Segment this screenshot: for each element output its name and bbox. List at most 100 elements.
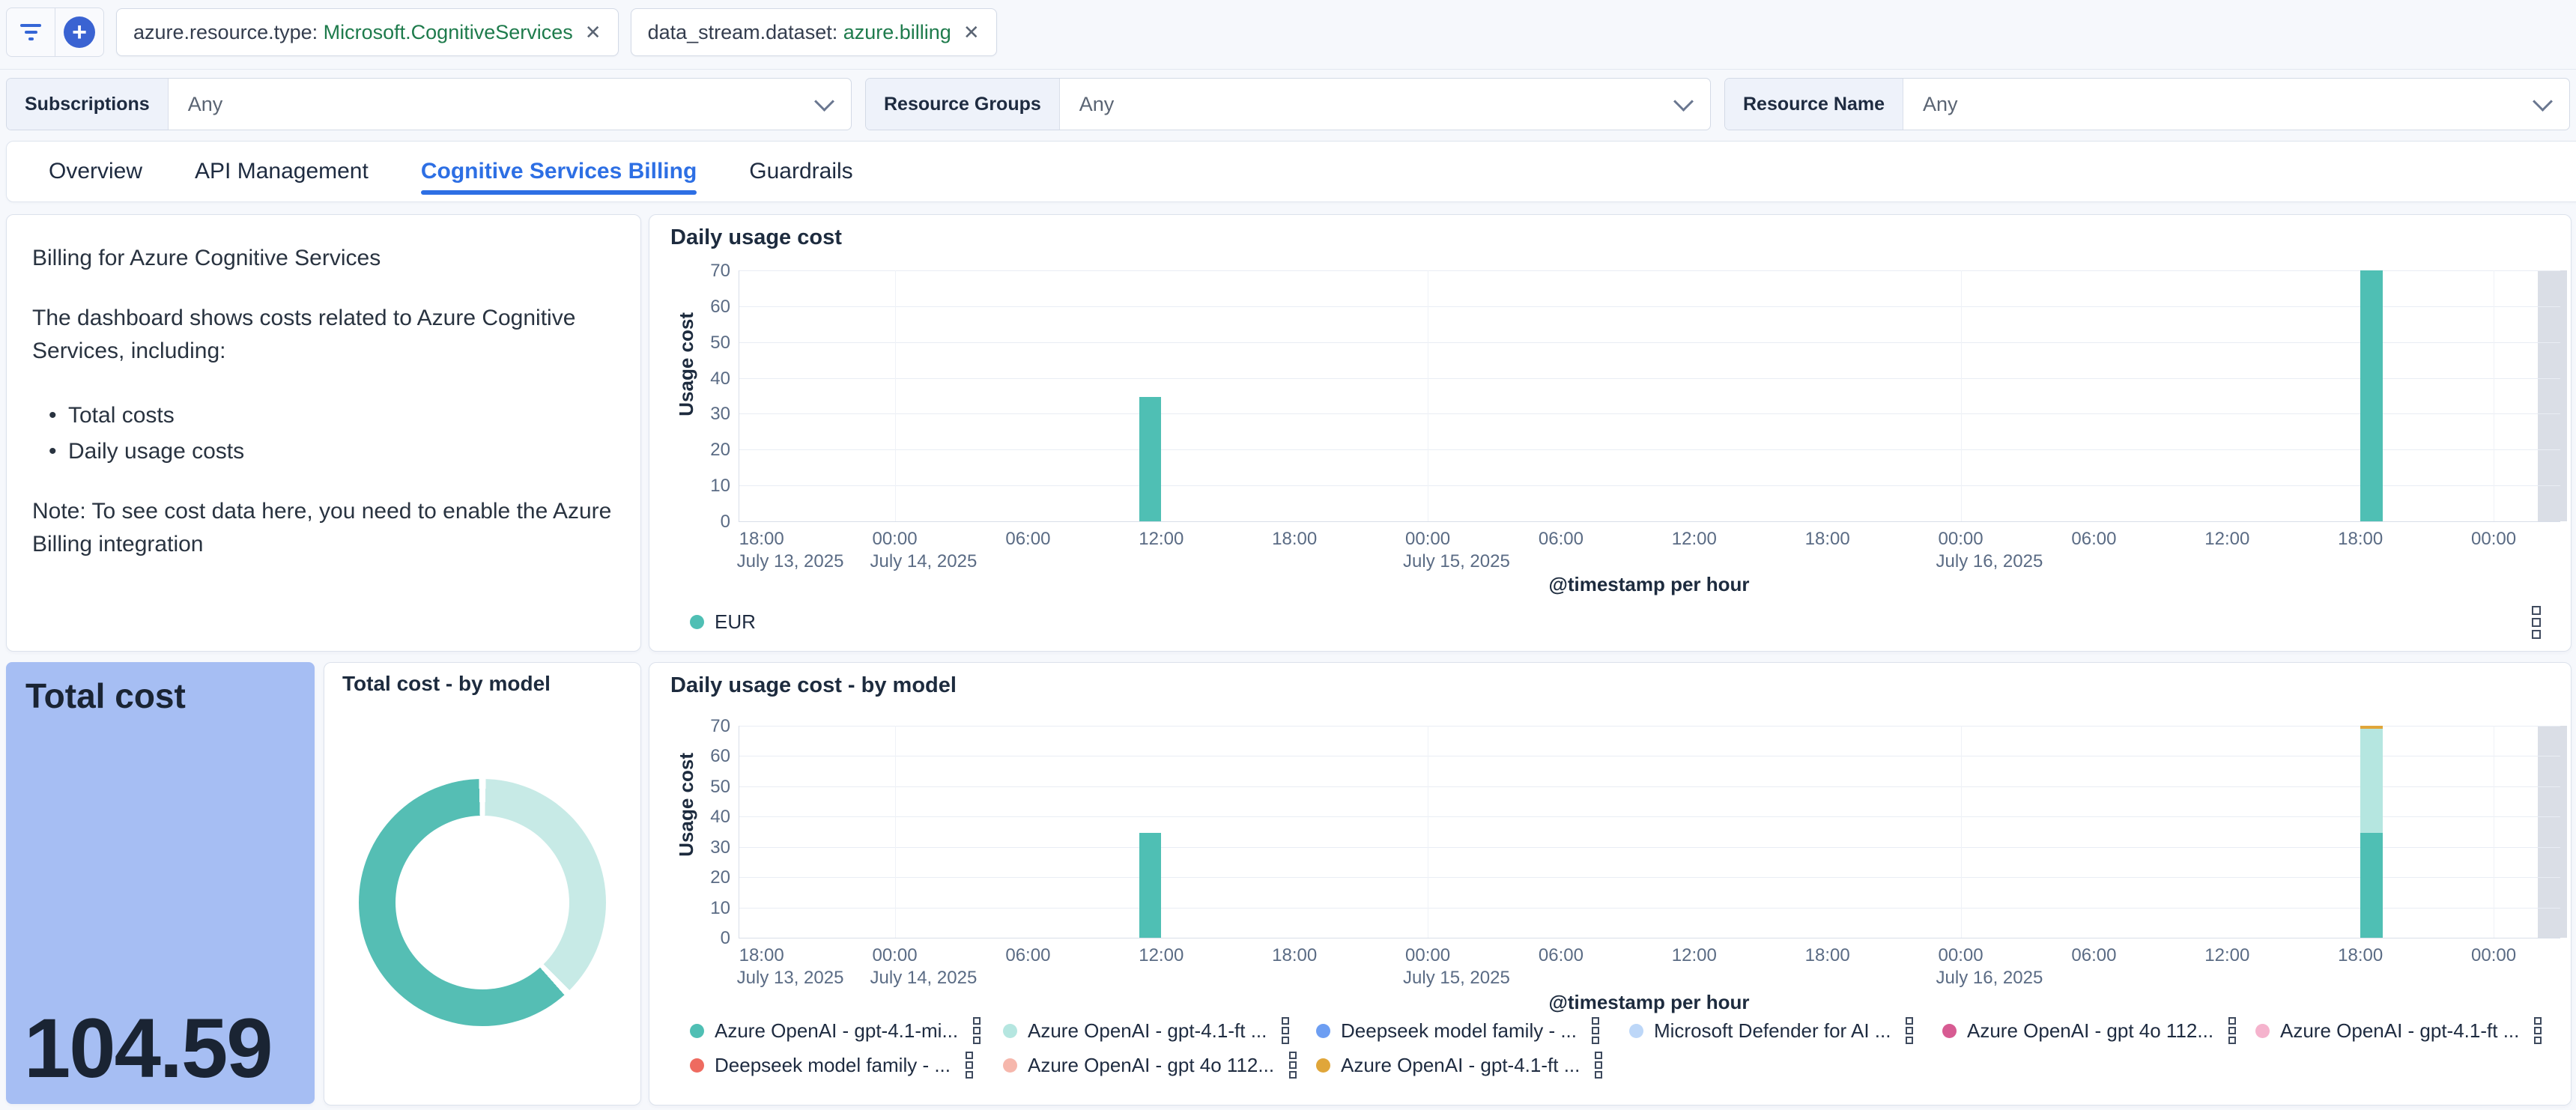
legend-options-icon[interactable]	[1906, 1017, 1913, 1044]
subscriptions-select[interactable]: Subscriptions Any	[6, 78, 852, 130]
filter-field: azure.resource.type:	[133, 21, 324, 44]
x-axis-tick-label: 18:00	[739, 945, 784, 966]
x-axis-title: @timestamp per hour	[739, 991, 2560, 1014]
legend-label: Azure OpenAI - gpt-4.1-ft ...	[2280, 1019, 2519, 1043]
y-gridline	[739, 877, 2560, 878]
y-axis-tick-label: 20	[693, 867, 730, 888]
chevron-down-icon	[814, 91, 834, 112]
y-gridline	[739, 342, 2560, 343]
y-axis-tick-label: 20	[693, 440, 730, 461]
x-axis-tick-label: 12:00	[2204, 945, 2249, 966]
dashboard-controls: Subscriptions Any Resource Groups Any Re…	[6, 78, 2570, 130]
legend-color-dot	[1316, 1024, 1330, 1038]
legend-options-icon[interactable]	[1595, 1052, 1602, 1079]
filter-pill-dataset[interactable]: data_stream.dataset: azure.billing ✕	[631, 8, 997, 56]
x-axis-tick-label: 00:00	[2471, 529, 2516, 550]
daily-usage-cost-by-model-panel: Daily usage cost - by model Usage cost 0…	[649, 662, 2572, 1106]
y-axis-tick-label: 10	[693, 476, 730, 497]
legend-options-icon[interactable]	[2534, 1017, 2542, 1044]
chart-plot-area: 01020304050607018:00July 13, 202500:00Ju…	[739, 270, 2560, 522]
x-axis-tick-label: 06:00	[1005, 529, 1050, 550]
filter-pill-resource-type[interactable]: azure.resource.type: Microsoft.Cognitive…	[116, 8, 619, 56]
info-paragraph: The dashboard shows costs related to Azu…	[32, 302, 613, 368]
x-axis-tick-label: 06:00	[1539, 945, 1584, 966]
legend-options-icon[interactable]	[966, 1052, 973, 1079]
info-title: Billing for Azure Cognitive Services	[32, 242, 613, 275]
total-cost-by-model-panel: Total cost - by model	[324, 662, 641, 1106]
x-axis-date-label: July 16, 2025	[1936, 968, 2043, 989]
y-axis-tick-label: 30	[693, 837, 730, 858]
legend-item[interactable]: Azure OpenAI - gpt-4.1-mi...	[690, 1017, 1003, 1044]
x-axis-tick-label: 18:00	[1805, 945, 1850, 966]
legend-item[interactable]: Azure OpenAI - gpt-4.1-ft ...	[1316, 1052, 1629, 1079]
tab-overview[interactable]: Overview	[49, 142, 142, 201]
legend-label: Deepseek model family - ...	[715, 1054, 951, 1077]
legend-item[interactable]: Microsoft Defender for AI ...	[1629, 1017, 1942, 1044]
legend-item[interactable]: EUR	[690, 610, 1003, 634]
x-axis-tick-label: 12:00	[1139, 529, 1184, 550]
y-axis-tick-label: 70	[693, 261, 730, 282]
x-gridline	[1961, 726, 1962, 938]
x-axis-tick-label: 18:00	[2338, 529, 2383, 550]
tab-guardrails[interactable]: Guardrails	[749, 142, 852, 201]
total-cost-metric-panel: Total cost 104.59	[6, 662, 315, 1104]
y-axis-tick-label: 60	[693, 746, 730, 767]
legend-item[interactable]: Azure OpenAI - gpt-4.1-ft ...	[1003, 1017, 1316, 1044]
legend-item[interactable]: Deepseek model family - ...	[690, 1052, 1003, 1079]
control-label: Resource Groups	[866, 79, 1060, 130]
legend-options-icon[interactable]	[2228, 1017, 2236, 1044]
x-gridline	[895, 726, 896, 938]
y-axis-tick-label: 70	[693, 716, 730, 737]
tab-api-management[interactable]: API Management	[195, 142, 369, 201]
legend-label: Azure OpenAI - gpt 4o 112...	[1028, 1054, 1274, 1077]
legend-options-icon[interactable]	[1289, 1052, 1297, 1079]
legend-item[interactable]: Azure OpenAI - gpt 4o 112...	[1003, 1052, 1316, 1079]
x-axis-tick-label: 12:00	[1672, 945, 1717, 966]
x-axis-tick-label: 00:00	[1939, 945, 1983, 966]
tab-cognitive-services-billing[interactable]: Cognitive Services Billing	[421, 142, 697, 201]
filter-options-button[interactable]	[7, 8, 55, 56]
y-axis-tick-label: 40	[693, 807, 730, 828]
legend-options-icon[interactable]	[1592, 1017, 1599, 1044]
legend-label: Azure OpenAI - gpt 4o 112...	[1967, 1019, 2213, 1043]
x-axis-tick-label: 00:00	[1405, 529, 1450, 550]
x-gridline	[895, 270, 896, 521]
bar-segment	[2360, 833, 2383, 938]
legend-options-icon[interactable]	[1282, 1017, 1289, 1044]
add-filter-button[interactable]: +	[55, 8, 103, 56]
legend-item[interactable]: Deepseek model family - ...	[1316, 1017, 1629, 1044]
y-axis-tick-label: 30	[693, 404, 730, 425]
legend-label: Azure OpenAI - gpt-4.1-ft ...	[1341, 1054, 1580, 1077]
panel-title: Total cost - by model	[342, 672, 551, 696]
x-gridline	[1961, 270, 1962, 521]
legend-color-dot	[690, 615, 704, 629]
legend-item[interactable]: Azure OpenAI - gpt 4o 112...	[1942, 1017, 2255, 1044]
legend-label: Azure OpenAI - gpt-4.1-mi...	[715, 1019, 958, 1043]
current-time-band	[2538, 726, 2567, 938]
resource-name-select[interactable]: Resource Name Any	[1724, 78, 2570, 130]
y-gridline	[739, 908, 2560, 909]
y-gridline	[739, 485, 2560, 486]
remove-filter-icon[interactable]: ✕	[585, 21, 601, 44]
panel-title: Daily usage cost	[670, 225, 842, 250]
x-axis-tick-label: 00:00	[1939, 529, 1983, 550]
x-axis-date-label: July 15, 2025	[1403, 968, 1510, 989]
panel-options-icon[interactable]	[2532, 606, 2541, 639]
x-axis-tick-label: 18:00	[739, 529, 784, 550]
x-axis-tick-label: 06:00	[1005, 945, 1050, 966]
y-gridline	[739, 378, 2560, 379]
legend-item[interactable]: Azure OpenAI - gpt-4.1-ft ...	[2255, 1017, 2569, 1044]
x-axis-date-label: July 14, 2025	[870, 551, 978, 572]
remove-filter-icon[interactable]: ✕	[963, 21, 980, 44]
x-axis-tick-label: 18:00	[1272, 529, 1317, 550]
x-axis-date-label: July 13, 2025	[737, 551, 844, 572]
info-bullet: Total costs	[32, 398, 613, 434]
chart-legend: EUR	[690, 604, 2569, 639]
legend-color-dot	[1316, 1058, 1330, 1073]
legend-options-icon[interactable]	[973, 1017, 981, 1044]
legend-color-dot	[1003, 1058, 1017, 1073]
info-bullet: Daily usage costs	[32, 434, 613, 470]
x-axis-date-label: July 13, 2025	[737, 968, 844, 989]
x-axis-tick-label: 06:00	[2071, 945, 2116, 966]
resource-groups-select[interactable]: Resource Groups Any	[865, 78, 1711, 130]
